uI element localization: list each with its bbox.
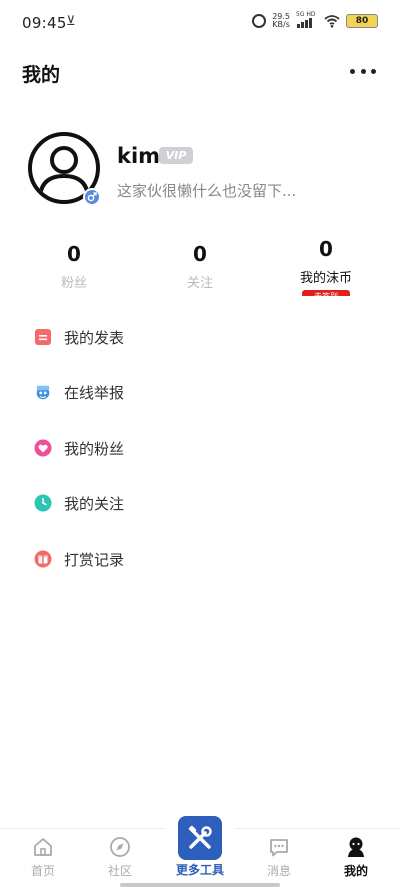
status-time: 09:45 xyxy=(22,14,67,32)
user-active-icon xyxy=(344,835,368,859)
nav-home-label: 首页 xyxy=(30,864,55,878)
menu-label: 我的发表 xyxy=(64,328,125,347)
nav-more-tools[interactable]: 更多工具 xyxy=(162,806,238,884)
more-dot-icon xyxy=(360,68,366,74)
report-mascot-icon xyxy=(34,383,52,401)
status-indicators: 29.5 KB/s 5G HD 80 xyxy=(252,11,378,29)
nav-more-tools-label: 更多工具 xyxy=(175,863,224,877)
stat-coins[interactable]: 0 我的沫币 去签到 xyxy=(271,237,381,296)
menu-label: 我的关注 xyxy=(64,494,125,513)
compass-icon xyxy=(108,835,132,859)
nav-messages[interactable]: 消息 xyxy=(249,835,309,879)
male-gender-icon xyxy=(83,188,101,206)
more-options-button[interactable] xyxy=(350,64,376,78)
user-bio[interactable]: 这家伙很懒什么也没留下... xyxy=(117,180,296,201)
stat-fans[interactable]: 0 粉丝 xyxy=(19,242,129,291)
cell-signal-icon: 5G HD xyxy=(296,11,318,28)
checkin-tag[interactable]: 去签到 xyxy=(302,290,350,296)
menu-item-report[interactable]: 在线举报 xyxy=(34,380,124,404)
menu-label: 在线举报 xyxy=(64,383,125,402)
net-speed-unit: KB/s xyxy=(272,20,290,29)
fans-label: 粉丝 xyxy=(60,276,87,291)
clock-icon xyxy=(34,494,52,512)
home-indicator[interactable] xyxy=(120,883,280,887)
nav-messages-label: 消息 xyxy=(266,864,291,878)
coins-label: 我的沫币 xyxy=(299,271,352,286)
post-icon xyxy=(34,328,52,346)
gift-icon xyxy=(34,550,52,568)
signal-label: 5G HD xyxy=(296,11,316,18)
menu-item-my-following[interactable]: 我的关注 xyxy=(34,491,124,515)
status-bar: 09:45 ⊻ 29.5 KB/s 5G HD 80 xyxy=(0,0,400,48)
username: kim xyxy=(117,144,161,168)
tools-icon xyxy=(178,816,222,860)
coins-count: 0 xyxy=(319,237,333,261)
nav-community-label: 社区 xyxy=(107,864,132,878)
download-icon: ⊻ xyxy=(66,14,76,29)
page-title: 我的 xyxy=(22,64,61,86)
menu-label: 我的粉丝 xyxy=(64,439,125,458)
net-speed: 29.5 KB/s xyxy=(272,13,290,29)
menu-item-my-fans[interactable]: 我的粉丝 xyxy=(34,436,124,460)
alarm-icon xyxy=(252,14,267,28)
following-count: 0 xyxy=(193,242,207,266)
nav-mine-label: 我的 xyxy=(343,864,368,878)
stat-following[interactable]: 0 关注 xyxy=(145,242,255,291)
vip-badge[interactable]: VIP xyxy=(159,147,193,164)
fans-count: 0 xyxy=(67,242,81,266)
home-icon xyxy=(31,835,55,859)
nav-mine[interactable]: 我的 xyxy=(326,835,386,879)
menu-item-tip-records[interactable]: 打赏记录 xyxy=(34,547,124,571)
menu-label: 打赏记录 xyxy=(64,550,125,569)
more-dot-icon xyxy=(371,68,376,74)
nav-community[interactable]: 社区 xyxy=(90,835,150,879)
battery-icon: 80 xyxy=(346,14,378,28)
heart-icon xyxy=(34,439,52,457)
more-dot-icon xyxy=(350,68,355,74)
following-label: 关注 xyxy=(186,276,213,291)
wifi-icon xyxy=(324,15,340,28)
nav-home[interactable]: 首页 xyxy=(13,835,73,879)
chat-bubble-icon xyxy=(267,835,291,859)
menu-item-my-posts[interactable]: 我的发表 xyxy=(34,325,124,349)
